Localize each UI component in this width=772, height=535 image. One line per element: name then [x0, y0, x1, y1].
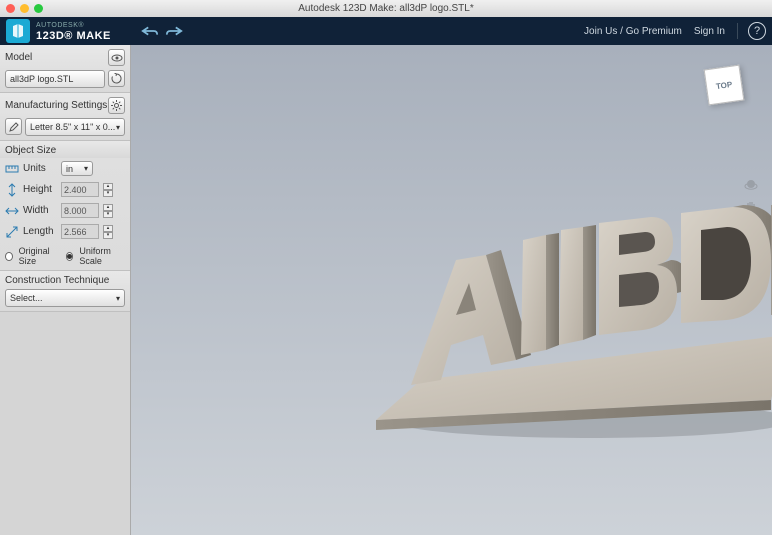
- join-link[interactable]: Join Us / Go Premium: [584, 26, 682, 37]
- app-logo-icon: [6, 19, 30, 43]
- scale-mode-row: Original Size Uniform Scale: [0, 242, 130, 270]
- width-icon: [5, 204, 19, 218]
- manufacturing-header: Manufacturing Settings: [5, 100, 107, 111]
- help-icon[interactable]: ?: [748, 22, 766, 40]
- width-input[interactable]: [61, 203, 99, 218]
- original-size-label: Original Size: [19, 246, 60, 266]
- app-header: AUTODESK® 123D® MAKE Join Us / Go Premiu…: [0, 17, 772, 45]
- construction-section: Construction Technique Select...: [0, 271, 130, 312]
- sidebar: Model all3dP logo.STL Manufacturing Sett…: [0, 45, 131, 535]
- reload-button[interactable]: [108, 70, 125, 87]
- width-row: Width ▴▾: [0, 200, 130, 221]
- construction-header: Construction Technique: [5, 275, 125, 286]
- undo-icon[interactable]: [141, 25, 159, 37]
- pencil-icon: [9, 122, 19, 132]
- viewcube[interactable]: TOP: [704, 65, 745, 106]
- width-down[interactable]: ▾: [103, 211, 113, 218]
- units-label: Units: [23, 163, 57, 174]
- height-icon: [5, 183, 19, 197]
- reload-icon: [111, 73, 122, 84]
- close-icon[interactable]: [6, 4, 15, 13]
- uniform-scale-label: Uniform Scale: [79, 246, 125, 266]
- width-label: Width: [23, 205, 57, 216]
- visibility-button[interactable]: [108, 49, 125, 66]
- brand-line2: 123D® MAKE: [36, 31, 111, 41]
- length-row: Length ▴▾: [0, 221, 130, 242]
- redo-icon[interactable]: [165, 25, 183, 37]
- original-size-radio[interactable]: [5, 252, 13, 261]
- history-nav: [141, 25, 183, 37]
- gear-icon: [111, 100, 122, 111]
- viewcube-label: TOP: [715, 79, 732, 90]
- units-row: Units in: [0, 158, 130, 179]
- orbit-icon[interactable]: [742, 175, 760, 193]
- model-header: Model: [5, 52, 32, 63]
- signin-link[interactable]: Sign In: [694, 26, 725, 37]
- length-label: Length: [23, 226, 57, 237]
- titlebar: Autodesk 123D Make: all3dP logo.STL*: [0, 0, 772, 17]
- settings-button[interactable]: [108, 97, 125, 114]
- height-down[interactable]: ▾: [103, 190, 113, 197]
- model-preview: [341, 205, 772, 445]
- height-up[interactable]: ▴: [103, 183, 113, 190]
- model-section: Model all3dP logo.STL: [0, 45, 130, 93]
- window-controls: [6, 4, 43, 13]
- height-label: Height: [23, 184, 57, 195]
- sidebar-blank: [0, 312, 130, 535]
- object-size-header: Object Size: [5, 145, 56, 156]
- units-icon: [5, 162, 19, 176]
- edit-sheet-button[interactable]: [5, 118, 22, 135]
- sheet-preset-dropdown[interactable]: Letter 8.5" x 11" x 0...: [25, 118, 125, 136]
- length-input[interactable]: [61, 224, 99, 239]
- length-down[interactable]: ▾: [103, 232, 113, 239]
- height-input[interactable]: [61, 182, 99, 197]
- brand-text: AUTODESK® 123D® MAKE: [36, 21, 111, 41]
- units-dropdown[interactable]: in: [61, 161, 93, 176]
- length-icon: [5, 225, 19, 239]
- construction-dropdown[interactable]: Select...: [5, 289, 125, 307]
- height-row: Height ▴▾: [0, 179, 130, 200]
- width-up[interactable]: ▴: [103, 204, 113, 211]
- viewport-3d[interactable]: TOP: [131, 45, 772, 535]
- manufacturing-section: Manufacturing Settings Letter 8.5" x 11"…: [0, 93, 130, 141]
- length-up[interactable]: ▴: [103, 225, 113, 232]
- uniform-scale-radio[interactable]: [66, 252, 74, 261]
- maximize-icon[interactable]: [34, 4, 43, 13]
- minimize-icon[interactable]: [20, 4, 29, 13]
- model-file-button[interactable]: all3dP logo.STL: [5, 70, 105, 88]
- window-title: Autodesk 123D Make: all3dP logo.STL*: [298, 3, 473, 14]
- eye-icon: [111, 54, 123, 62]
